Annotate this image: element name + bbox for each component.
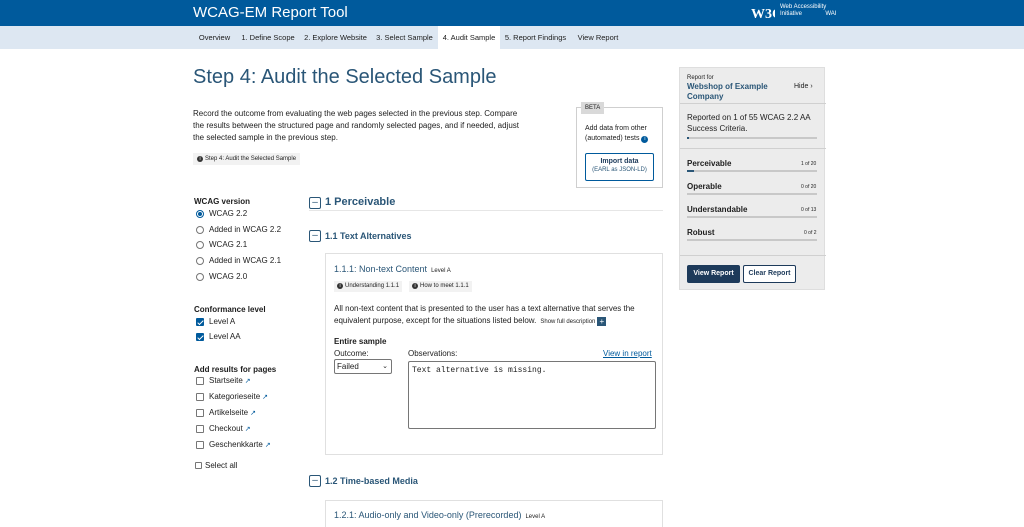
intro-text: Record the outcome from evaluating the w… bbox=[193, 109, 519, 142]
app-title[interactable]: WCAG-EM Report Tool bbox=[193, 4, 348, 21]
beta-description: Add data from other (automated) tests i bbox=[585, 125, 649, 143]
conformance-level-heading: Conformance level bbox=[194, 305, 266, 314]
progress-bar bbox=[687, 170, 817, 172]
radio[interactable] bbox=[196, 273, 204, 281]
step-badge: i Step 4: Audit the Selected Sample bbox=[193, 153, 301, 165]
divider bbox=[309, 210, 663, 211]
collapse-icon[interactable]: – bbox=[309, 197, 321, 209]
progress-bar bbox=[687, 216, 817, 218]
divider bbox=[680, 103, 826, 104]
external-link-icon[interactable]: ↗ bbox=[245, 378, 251, 385]
checkbox-checked[interactable] bbox=[196, 318, 204, 326]
info-icon: i bbox=[197, 156, 203, 162]
checkbox-checked[interactable] bbox=[196, 333, 204, 341]
principle-perceivable: Perceivable bbox=[687, 159, 732, 168]
how-to-meet-link[interactable]: i How to meet 1.1.1 bbox=[409, 281, 472, 292]
understanding-link[interactable]: i Understanding 1.1.1 bbox=[334, 281, 403, 292]
checkbox[interactable] bbox=[196, 441, 204, 449]
observations-label: Observations: bbox=[408, 349, 458, 358]
divider bbox=[680, 255, 826, 256]
divider bbox=[680, 148, 826, 149]
external-link-icon[interactable]: ↗ bbox=[265, 442, 271, 449]
criterion-description: All non-text content that is presented t… bbox=[334, 304, 635, 326]
step-navigation: Overview 1. Define Scope 2. Explore Webs… bbox=[0, 26, 1024, 49]
entire-sample-heading: Entire sample bbox=[334, 337, 387, 346]
external-link-icon[interactable]: ↗ bbox=[262, 394, 268, 401]
info-icon: i bbox=[412, 283, 418, 289]
principle-title: 1 Perceivable bbox=[325, 196, 396, 208]
principle-robust: Robust bbox=[687, 228, 715, 237]
report-for-label: Report for bbox=[687, 75, 714, 81]
add-results-heading: Add results for pages bbox=[194, 365, 277, 374]
collapse-icon[interactable]: – bbox=[309, 230, 321, 242]
tab-explore-website[interactable]: 2. Explore Website bbox=[300, 26, 371, 49]
external-link-icon[interactable]: ↗ bbox=[245, 426, 251, 433]
beta-import-box: BETA Add data from other (automated) tes… bbox=[576, 102, 663, 188]
progress-bar bbox=[687, 193, 817, 195]
wai-label[interactable]: Web Accessibility Initiative WAI bbox=[780, 4, 836, 17]
radio[interactable] bbox=[196, 257, 204, 265]
checkbox[interactable] bbox=[196, 393, 204, 401]
outcome-select[interactable]: Failed ⌄ bbox=[334, 359, 392, 374]
overall-progress-bar bbox=[687, 137, 817, 139]
clear-report-button[interactable]: Clear Report bbox=[743, 265, 796, 283]
principle-count: 0 of 2 bbox=[804, 230, 817, 236]
report-panel: Report for Webshop of Example Company Hi… bbox=[679, 67, 826, 290]
criterion-card: 1.1.1: Non-text Content Level A i Understa… bbox=[325, 253, 663, 455]
collapse-icon[interactable]: – bbox=[309, 475, 321, 487]
tab-view-report[interactable]: View Report bbox=[571, 26, 625, 49]
guideline-title: 1.1 Text Alternatives bbox=[325, 231, 412, 241]
observations-textarea[interactable]: Text alternative is missing. bbox=[408, 361, 656, 429]
checkbox[interactable] bbox=[196, 409, 204, 417]
chevron-right-icon: › bbox=[810, 83, 813, 90]
radio-selected[interactable] bbox=[196, 210, 204, 218]
report-site-name[interactable]: Webshop of Example Company bbox=[687, 82, 782, 102]
tab-define-scope[interactable]: 1. Define Scope bbox=[236, 26, 300, 49]
tab-select-sample[interactable]: 3. Select Sample bbox=[371, 26, 438, 49]
tab-overview[interactable]: Overview bbox=[193, 26, 236, 49]
svg-text:W3C: W3C bbox=[751, 7, 775, 21]
principle-operable: Operable bbox=[687, 182, 722, 191]
hide-panel-button[interactable]: Hide › bbox=[794, 83, 813, 90]
top-bar: WCAG-EM Report Tool W3C Web Accessibilit… bbox=[0, 0, 1024, 26]
overall-progress-fill bbox=[687, 137, 690, 139]
outcome-label: Outcome: bbox=[334, 349, 369, 358]
import-data-button[interactable]: Import data (EARL as JSON-LD) bbox=[585, 153, 654, 181]
caret-down-icon: ⌄ bbox=[382, 363, 388, 370]
wcag-version-heading: WCAG version bbox=[194, 197, 251, 206]
info-icon[interactable]: i bbox=[641, 136, 649, 143]
guideline-title: 1.2 Time-based Media bbox=[325, 476, 418, 486]
info-icon: i bbox=[337, 283, 343, 289]
tab-audit-sample[interactable]: 4. Audit Sample bbox=[438, 26, 500, 49]
radio[interactable] bbox=[196, 226, 204, 234]
show-full-description-label[interactable]: Show full description bbox=[540, 319, 595, 325]
plus-icon[interactable]: + bbox=[597, 317, 607, 326]
principle-count: 0 of 13 bbox=[801, 207, 817, 213]
checkbox[interactable] bbox=[195, 462, 202, 469]
radio[interactable] bbox=[196, 241, 204, 249]
page-title: Step 4: Audit the Selected Sample bbox=[193, 66, 497, 88]
view-in-report-link[interactable]: View in report bbox=[603, 349, 652, 358]
w3c-logo[interactable]: W3C bbox=[751, 4, 775, 21]
progress-fill bbox=[687, 170, 694, 172]
criterion-title: 1.2.1: Audio-only and Video-only (Prerec… bbox=[334, 510, 546, 520]
beta-tag: BETA bbox=[581, 102, 605, 114]
progress-bar bbox=[687, 239, 817, 241]
reported-summary: Reported on 1 of 55 WCAG 2.2 AA Success … bbox=[687, 113, 811, 133]
criterion-title: 1.1.1: Non-text Content Level A bbox=[334, 264, 451, 274]
external-link-icon[interactable]: ↗ bbox=[250, 410, 256, 417]
principle-count: 1 of 20 bbox=[801, 161, 817, 167]
criterion-card: 1.2.1: Audio-only and Video-only (Prerec… bbox=[325, 500, 663, 527]
principle-count: 0 of 20 bbox=[801, 184, 817, 190]
view-report-button[interactable]: View Report bbox=[687, 265, 740, 283]
checkbox[interactable] bbox=[196, 425, 204, 433]
checkbox[interactable] bbox=[196, 377, 204, 385]
principle-understandable: Understandable bbox=[687, 205, 748, 214]
tab-report-findings[interactable]: 5. Report Findings bbox=[500, 26, 571, 49]
